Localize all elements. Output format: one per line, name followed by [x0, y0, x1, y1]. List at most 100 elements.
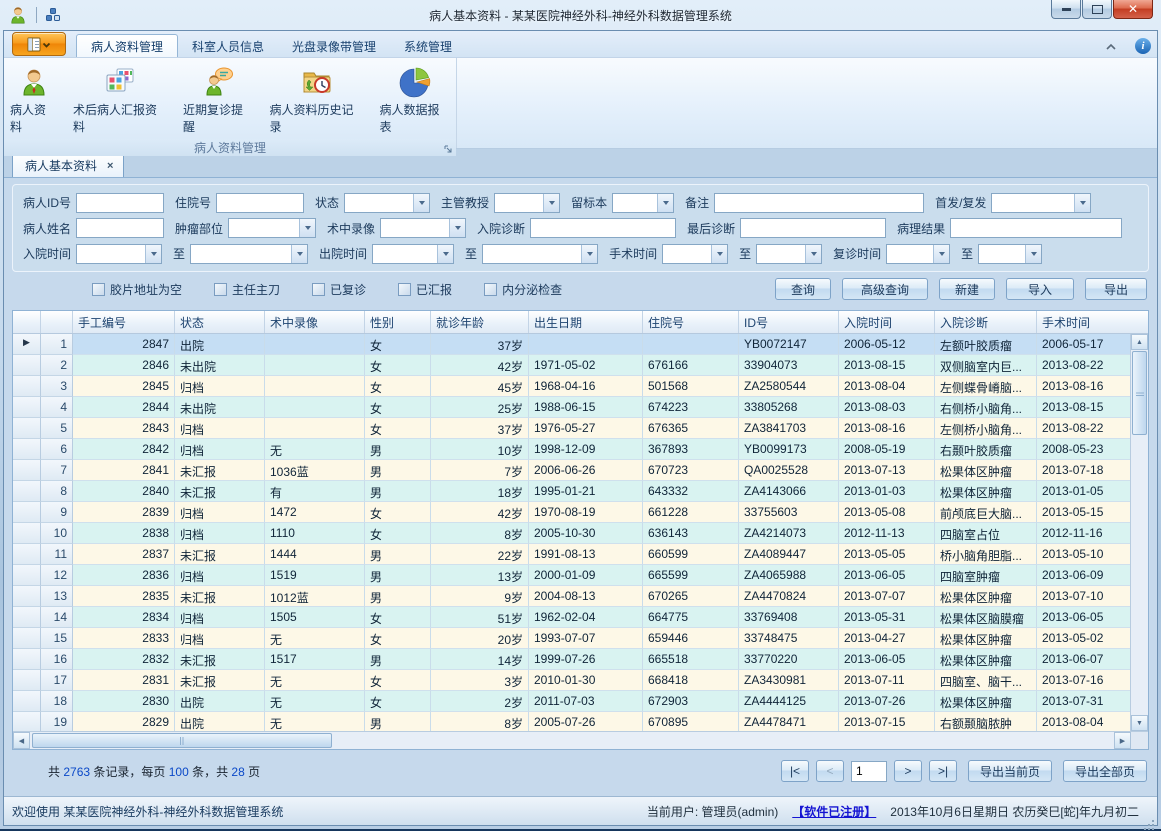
first-relapse-combo[interactable]: [991, 193, 1091, 213]
revisit-reminder-button[interactable]: 近期复诊提醒: [177, 62, 260, 139]
surgery-video-combo[interactable]: [380, 218, 466, 238]
horizontal-scrollbar[interactable]: ◀ ▶: [13, 731, 1148, 749]
patient-history-button[interactable]: 病人资料历史记录: [264, 62, 370, 139]
chevron-down-icon[interactable]: [581, 245, 597, 263]
header-admission-time[interactable]: 入院时间: [839, 311, 935, 333]
last-page-button[interactable]: >|: [929, 760, 957, 782]
tab-close-icon[interactable]: ×: [107, 160, 113, 172]
tab-patient-basic-info[interactable]: 病人基本资料 ×: [12, 153, 124, 177]
table-row[interactable]: 3 2845 归档 女 45岁 1968-04-16 501568 ZA2580…: [13, 376, 1130, 397]
application-menu-button[interactable]: [12, 32, 66, 56]
quick-access-windows-icon[interactable]: [45, 7, 61, 23]
status-combo[interactable]: [344, 193, 430, 213]
table-row[interactable]: 9 2839 归档 1472 女 42岁 1970-08-19 661228 3…: [13, 502, 1130, 523]
scroll-right-icon[interactable]: ▶: [1114, 732, 1131, 749]
inpatient-no-input[interactable]: [216, 193, 304, 213]
table-row[interactable]: 2 2846 未出院 女 42岁 1971-05-02 676166 33904…: [13, 355, 1130, 376]
table-row[interactable]: 16 2832 未汇报 1517 男 14岁 1999-07-26 665518…: [13, 649, 1130, 670]
ribbon-tab-system[interactable]: 系统管理: [390, 35, 466, 57]
chevron-down-icon[interactable]: [145, 245, 161, 263]
table-row[interactable]: 13 2835 未汇报 1012蓝 男 9岁 2004-08-13 670265…: [13, 586, 1130, 607]
vertical-scroll-track[interactable]: [1131, 436, 1148, 715]
table-row[interactable]: 10 2838 归档 1110 女 8岁 2005-10-30 636143 Z…: [13, 523, 1130, 544]
chevron-down-icon[interactable]: [1074, 194, 1090, 212]
final-diag-input[interactable]: [740, 218, 886, 238]
patient-id-input[interactable]: [76, 193, 164, 213]
table-row[interactable]: 1 2847 出院 女 37岁 YB0072147 2006-05-12: [13, 334, 1130, 355]
table-row[interactable]: 12 2836 归档 1519 男 13岁 2000-01-09 665599 …: [13, 565, 1130, 586]
chevron-down-icon[interactable]: [933, 245, 949, 263]
header-surgery-time[interactable]: 手术时间: [1037, 311, 1131, 333]
postop-report-button[interactable]: 术后病人汇报资料: [67, 62, 173, 139]
table-row[interactable]: 17 2831 未汇报 无 女 3岁 2010-01-30 668418 ZA3…: [13, 670, 1130, 691]
chevron-down-icon[interactable]: [449, 219, 465, 237]
prev-page-button[interactable]: <: [816, 760, 844, 782]
header-surgery-video[interactable]: 术中录像: [265, 311, 365, 333]
header-id-no[interactable]: ID号: [739, 311, 839, 333]
checkbox-box[interactable]: [312, 283, 325, 296]
checkbox-revisited[interactable]: 已复诊: [312, 281, 366, 298]
chevron-down-icon[interactable]: [1025, 245, 1041, 263]
table-row[interactable]: 15 2833 归档 无 女 20岁 1993-07-07 659446 337…: [13, 628, 1130, 649]
ribbon-tab-disc-tape[interactable]: 光盘录像带管理: [278, 35, 390, 57]
table-row[interactable]: 19 2829 出院 无 男 8岁 2005-07-26 670895 ZA44…: [13, 712, 1130, 731]
scroll-down-icon[interactable]: ▼: [1131, 715, 1148, 731]
info-icon[interactable]: i: [1135, 38, 1151, 54]
table-row[interactable]: 6 2842 归档 无 男 10岁 1998-12-09 367893 YB00…: [13, 439, 1130, 460]
software-registered-link[interactable]: 【软件已注册】: [792, 803, 876, 820]
table-row[interactable]: 18 2830 出院 无 女 2岁 2011-07-03 672903 ZA44…: [13, 691, 1130, 712]
chevron-down-icon[interactable]: [805, 245, 821, 263]
header-admission-diag[interactable]: 入院诊断: [935, 311, 1037, 333]
first-page-button[interactable]: |<: [781, 760, 809, 782]
header-birth-date[interactable]: 出生日期: [529, 311, 643, 333]
surgery-time-from-combo[interactable]: [662, 244, 728, 264]
chevron-down-icon[interactable]: [657, 194, 673, 212]
dialog-launcher-icon[interactable]: [443, 144, 453, 154]
header-gender[interactable]: 性别: [365, 311, 431, 333]
checkbox-box[interactable]: [484, 283, 497, 296]
export-button[interactable]: 导出: [1085, 278, 1147, 300]
table-row[interactable]: 8 2840 未汇报 有 男 18岁 1995-01-21 643332 ZA4…: [13, 481, 1130, 502]
chevron-down-icon[interactable]: [291, 245, 307, 263]
horizontal-scrollbar-thumb[interactable]: [32, 733, 332, 748]
import-button[interactable]: 导入: [1006, 278, 1074, 300]
surgery-time-to-combo[interactable]: [756, 244, 822, 264]
remark-input[interactable]: [714, 193, 924, 213]
discharge-time-to-combo[interactable]: [482, 244, 598, 264]
vertical-scrollbar-thumb[interactable]: [1132, 351, 1147, 435]
collapse-ribbon-chevron-icon[interactable]: [1105, 43, 1117, 50]
chevron-down-icon[interactable]: [299, 219, 315, 237]
close-button[interactable]: ✕: [1113, 0, 1153, 19]
maximize-button[interactable]: [1082, 0, 1112, 19]
table-row[interactable]: 7 2841 未汇报 1036蓝 男 7岁 2006-06-26 670723 …: [13, 460, 1130, 481]
checkbox-chief-surgeon[interactable]: 主任主刀: [214, 281, 280, 298]
specimen-combo[interactable]: [612, 193, 674, 213]
table-row[interactable]: 14 2834 归档 1505 女 51岁 1962-02-04 664775 …: [13, 607, 1130, 628]
advanced-query-button[interactable]: 高级查询: [842, 278, 928, 300]
discharge-time-from-combo[interactable]: [372, 244, 454, 264]
ribbon-tab-dept-staff[interactable]: 科室人员信息: [178, 35, 278, 57]
patient-name-input[interactable]: [76, 218, 164, 238]
admission-time-to-combo[interactable]: [190, 244, 308, 264]
tumor-site-combo[interactable]: [228, 218, 316, 238]
revisit-time-from-combo[interactable]: [886, 244, 950, 264]
chevron-down-icon[interactable]: [543, 194, 559, 212]
admission-time-from-combo[interactable]: [76, 244, 162, 264]
minimize-button[interactable]: [1051, 0, 1081, 19]
page-number-input[interactable]: [851, 761, 887, 782]
chevron-down-icon[interactable]: [437, 245, 453, 263]
checkbox-endocrine-exam[interactable]: 内分泌检查: [484, 281, 562, 298]
export-current-page-button[interactable]: 导出当前页: [968, 760, 1052, 782]
checkbox-film-address-empty[interactable]: 胶片地址为空: [92, 281, 182, 298]
query-button[interactable]: 查询: [775, 278, 831, 300]
header-status[interactable]: 状态: [175, 311, 265, 333]
checkbox-box[interactable]: [92, 283, 105, 296]
patient-data-button[interactable]: 病人资料: [4, 62, 63, 139]
header-manual-no[interactable]: 手工编号: [73, 311, 175, 333]
checkbox-reported[interactable]: 已汇报: [398, 281, 452, 298]
chevron-down-icon[interactable]: [711, 245, 727, 263]
scroll-up-icon[interactable]: ▲: [1131, 334, 1148, 350]
patient-report-chart-button[interactable]: 病人数据报表: [374, 62, 457, 139]
export-all-pages-button[interactable]: 导出全部页: [1063, 760, 1147, 782]
app-logo-person-icon[interactable]: [8, 5, 28, 25]
